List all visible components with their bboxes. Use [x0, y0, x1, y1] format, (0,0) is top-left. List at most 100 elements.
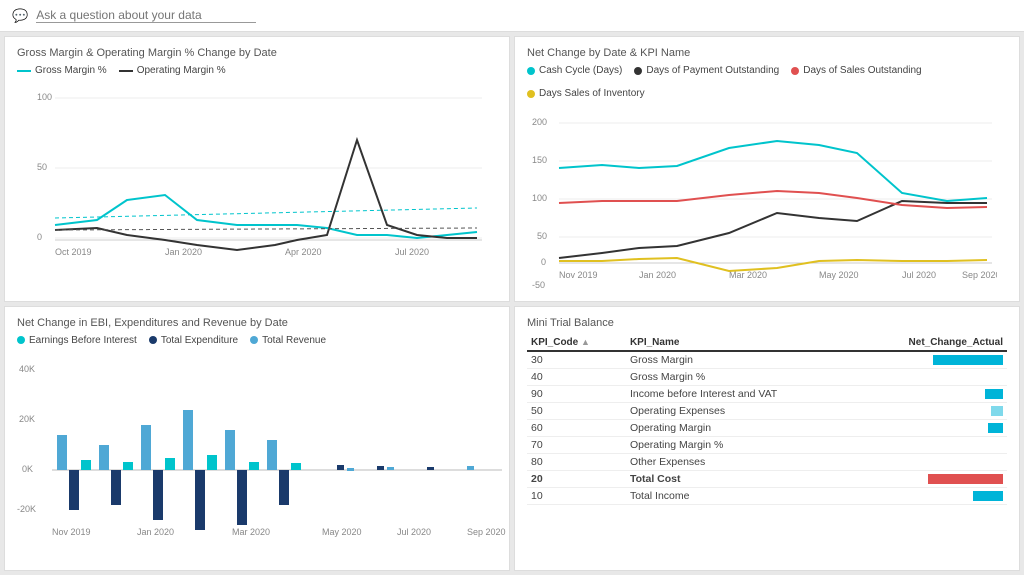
svg-text:200: 200 — [532, 117, 547, 127]
legend-days-payment: Days of Payment Outstanding — [634, 65, 779, 76]
gross-margin-title: Gross Margin & Operating Margin % Change… — [17, 47, 497, 59]
net-change-ebi-chart: 40K 20K 0K -20K Nov 2019 Jan 2020 Mar 20… — [17, 350, 507, 545]
table-row: 70 Operating Margin % — [527, 436, 1007, 453]
table-row: 20 Total Cost — [527, 470, 1007, 487]
total-exp-dot-icon — [149, 336, 157, 344]
legend-cash-cycle: Cash Cycle (Days) — [527, 65, 622, 76]
kpi-name-cell: Other Expenses — [626, 453, 856, 470]
legend-total-rev-label: Total Revenue — [262, 335, 326, 346]
kpi-code-cell: 10 — [527, 487, 626, 504]
gross-margin-chart: 100 50 0 Oct 2019 Jan 2020 Apr 2020 Jul … — [17, 80, 487, 275]
svg-text:50: 50 — [37, 162, 47, 172]
svg-text:0: 0 — [37, 232, 42, 242]
legend-days-sales: Days of Sales Outstanding — [791, 65, 921, 76]
net-change-kpi-panel: Net Change by Date & KPI Name Cash Cycle… — [514, 36, 1020, 302]
chat-icon: 💬 — [12, 8, 28, 24]
svg-text:Oct 2019: Oct 2019 — [55, 247, 92, 257]
svg-text:Nov 2019: Nov 2019 — [52, 527, 91, 537]
svg-text:150: 150 — [532, 155, 547, 165]
kpi-name-cell: Total Income — [626, 487, 856, 504]
mini-trial-panel: Mini Trial Balance KPI_Code ▲ KPI_Name N… — [514, 306, 1020, 572]
legend-ebi-label: Earnings Before Interest — [29, 335, 137, 346]
operating-margin-line-icon — [119, 70, 133, 72]
gross-margin-line-icon — [17, 70, 31, 72]
kpi-name-cell: Operating Margin % — [626, 436, 856, 453]
kpi-name-cell: Total Cost — [626, 470, 856, 487]
days-sales-dot-icon — [791, 67, 799, 75]
kpi-code-cell: 40 — [527, 368, 626, 385]
top-bar: 💬 — [0, 0, 1024, 32]
total-rev-dot-icon — [250, 336, 258, 344]
table-row: 40 Gross Margin % — [527, 368, 1007, 385]
legend-days-payment-label: Days of Payment Outstanding — [646, 65, 779, 76]
svg-text:0: 0 — [541, 257, 546, 267]
svg-text:20K: 20K — [19, 414, 35, 424]
svg-text:40K: 40K — [19, 364, 35, 374]
net-change-kpi-title: Net Change by Date & KPI Name — [527, 47, 1007, 59]
legend-operating-margin-label: Operating Margin % — [137, 65, 226, 76]
kpi-code-cell: 20 — [527, 470, 626, 487]
net-change-ebi-legend: Earnings Before Interest Total Expenditu… — [17, 335, 497, 346]
table-row: 50 Operating Expenses — [527, 402, 1007, 419]
kpi-value-cell — [856, 470, 1008, 487]
svg-text:Sep 2020: Sep 2020 — [962, 270, 997, 280]
kpi-code-cell: 50 — [527, 402, 626, 419]
cash-cycle-dot-icon — [527, 67, 535, 75]
kpi-value-cell — [856, 487, 1008, 504]
svg-text:May 2020: May 2020 — [819, 270, 859, 280]
col-kpi-code: KPI_Code ▲ — [527, 335, 626, 351]
svg-text:Jan 2020: Jan 2020 — [137, 527, 174, 537]
kpi-value-cell — [856, 351, 1008, 369]
kpi-code-cell: 60 — [527, 419, 626, 436]
svg-text:Jan 2020: Jan 2020 — [165, 247, 202, 257]
svg-text:-20K: -20K — [17, 504, 36, 514]
kpi-value-cell — [856, 402, 1008, 419]
table-row: 90 Income before Interest and VAT — [527, 385, 1007, 402]
kpi-code-cell: 70 — [527, 436, 626, 453]
svg-text:0K: 0K — [22, 464, 33, 474]
gross-margin-panel: Gross Margin & Operating Margin % Change… — [4, 36, 510, 302]
kpi-code-cell: 90 — [527, 385, 626, 402]
kpi-name-cell: Operating Expenses — [626, 402, 856, 419]
kpi-value-cell — [856, 453, 1008, 470]
table-row: 10 Total Income — [527, 487, 1007, 504]
kpi-code-cell: 80 — [527, 453, 626, 470]
legend-operating-margin: Operating Margin % — [119, 65, 226, 76]
trial-balance-table: KPI_Code ▲ KPI_Name Net_Change_Actual 30… — [527, 335, 1007, 505]
svg-text:Jan 2020: Jan 2020 — [639, 270, 676, 280]
days-inventory-dot-icon — [527, 90, 535, 98]
svg-text:Mar 2020: Mar 2020 — [232, 527, 270, 537]
question-input[interactable] — [36, 8, 256, 23]
table-row: 60 Operating Margin — [527, 419, 1007, 436]
svg-text:50: 50 — [537, 231, 547, 241]
mini-trial-title: Mini Trial Balance — [527, 317, 1007, 329]
svg-text:Nov 2019: Nov 2019 — [559, 270, 598, 280]
days-payment-dot-icon — [634, 67, 642, 75]
svg-text:Jul 2020: Jul 2020 — [395, 247, 429, 257]
kpi-name-cell: Gross Margin — [626, 351, 856, 369]
dashboard: Gross Margin & Operating Margin % Change… — [0, 32, 1024, 575]
kpi-code-cell: 30 — [527, 351, 626, 369]
col-kpi-name: KPI_Name — [626, 335, 856, 351]
legend-days-inventory-label: Days Sales of Inventory — [539, 88, 645, 99]
gross-margin-legend: Gross Margin % Operating Margin % — [17, 65, 497, 76]
kpi-value-cell — [856, 436, 1008, 453]
table-row: 80 Other Expenses — [527, 453, 1007, 470]
legend-total-exp: Total Expenditure — [149, 335, 238, 346]
legend-cash-cycle-label: Cash Cycle (Days) — [539, 65, 622, 76]
kpi-value-cell — [856, 368, 1008, 385]
legend-gross-margin-label: Gross Margin % — [35, 65, 107, 76]
svg-text:May 2020: May 2020 — [322, 527, 362, 537]
kpi-name-cell: Operating Margin — [626, 419, 856, 436]
col-net-change: Net_Change_Actual — [856, 335, 1008, 351]
svg-text:Jul 2020: Jul 2020 — [902, 270, 936, 280]
legend-ebi: Earnings Before Interest — [17, 335, 137, 346]
svg-text:100: 100 — [37, 92, 52, 102]
svg-text:100: 100 — [532, 193, 547, 203]
trial-table-header: KPI_Code ▲ KPI_Name Net_Change_Actual — [527, 335, 1007, 351]
net-change-ebi-panel: Net Change in EBI, Expenditures and Reve… — [4, 306, 510, 572]
kpi-name-cell: Gross Margin % — [626, 368, 856, 385]
svg-text:Apr 2020: Apr 2020 — [285, 247, 322, 257]
kpi-name-cell: Income before Interest and VAT — [626, 385, 856, 402]
legend-gross-margin: Gross Margin % — [17, 65, 107, 76]
